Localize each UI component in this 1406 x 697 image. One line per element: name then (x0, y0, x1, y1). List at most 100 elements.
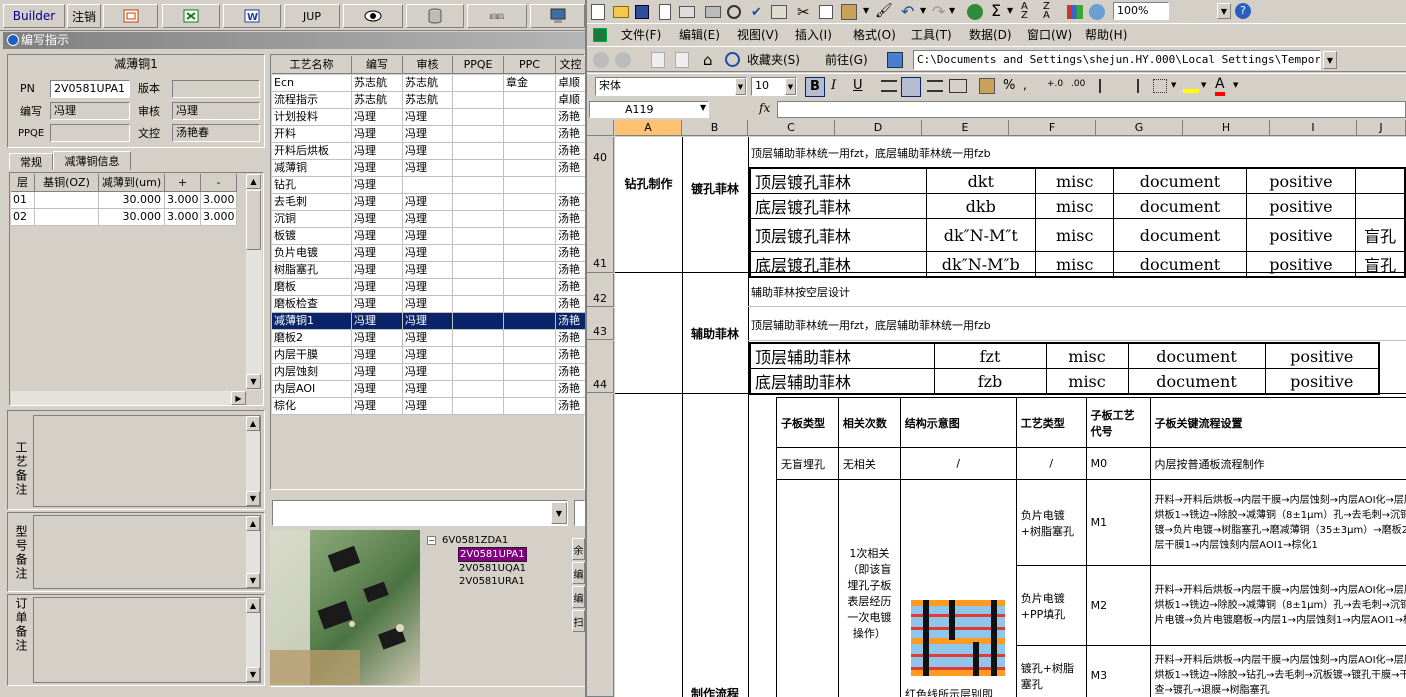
copper-cell-layer[interactable]: 01 (11, 192, 35, 209)
bold-button[interactable]: B (805, 77, 825, 97)
menu-item[interactable]: 数据(D) (969, 27, 1012, 43)
currency-icon[interactable] (979, 78, 995, 94)
process-cell-doc[interactable]: 汤艳 (556, 381, 585, 398)
copper-cell-minus[interactable]: 3.000 (201, 209, 237, 226)
copper-cell-base[interactable] (35, 192, 99, 209)
process-row[interactable]: 减薄铜1 冯理 冯理 汤艳 (272, 313, 585, 330)
side-button-4[interactable]: 扫 (572, 610, 585, 632)
process-cell-ppc[interactable] (504, 126, 556, 143)
process-cell-author[interactable]: 冯理 (352, 262, 403, 279)
process-cell-author[interactable]: 冯理 (352, 228, 403, 245)
forward-icon[interactable] (615, 52, 631, 68)
open-folder-icon[interactable] (613, 6, 629, 18)
process-combo[interactable] (272, 500, 568, 526)
process-cell-ppc[interactable] (504, 381, 556, 398)
process-cell-ppqe[interactable] (453, 296, 504, 313)
process-cell-reviewer[interactable]: 冯理 (403, 364, 453, 381)
pn-field[interactable]: 2V0581UPA1 (50, 80, 130, 98)
process-row[interactable]: 内层干膜 冯理 冯理 汤艳 (272, 347, 585, 364)
process-cell-ppc[interactable] (504, 160, 556, 177)
process-cell-author[interactable]: 冯理 (352, 347, 403, 364)
process-cell-ppqe[interactable] (453, 330, 504, 347)
eye-icon[interactable] (343, 4, 403, 28)
order-remark-scroll[interactable]: ▲ ▼ (246, 598, 260, 682)
column-header[interactable]: C (748, 120, 835, 136)
align-right-icon[interactable] (927, 80, 943, 92)
powerpoint-icon[interactable] (103, 4, 158, 28)
chevron-down-icon[interactable]: ▼ (1217, 3, 1231, 19)
process-cell-name[interactable]: 去毛刺 (272, 194, 352, 211)
row-header-43[interactable]: 43 (587, 308, 614, 340)
process-cell-reviewer[interactable]: 冯理 (403, 211, 453, 228)
scroll-down-icon[interactable]: ▼ (246, 573, 260, 588)
process-cell-author[interactable]: 苏志航 (352, 75, 403, 92)
increase-indent-icon[interactable] (1123, 79, 1139, 93)
process-cell-author[interactable]: 冯理 (352, 109, 403, 126)
builder-button[interactable]: Builder (3, 4, 65, 28)
stop-icon[interactable] (651, 52, 665, 68)
process-cell-author[interactable]: 冯理 (352, 313, 403, 330)
spelling-icon[interactable]: ✔ (751, 5, 762, 20)
zoom-select[interactable]: 100% (1113, 2, 1169, 20)
scroll-thumb[interactable] (246, 190, 261, 250)
scroll-up-icon[interactable]: ▲ (246, 598, 260, 613)
process-cell-author[interactable]: 冯理 (352, 279, 403, 296)
process-cell-doc[interactable]: 汤艳 (556, 211, 585, 228)
hyperlink-icon[interactable] (967, 4, 983, 20)
chevron-down-icon[interactable]: ▼ (1007, 6, 1013, 15)
process-cell-doc[interactable]: 汤艳 (556, 347, 585, 364)
align-left-icon[interactable] (881, 80, 897, 92)
process-row[interactable]: 减薄铜 冯理 冯理 汤艳 (272, 160, 585, 177)
favorites-menu[interactable]: 收藏夹(S) (747, 52, 800, 68)
process-remark-input[interactable] (33, 415, 261, 507)
side-button-3[interactable]: 编 (572, 586, 585, 608)
column-header[interactable]: H (1183, 120, 1270, 136)
process-cell-reviewer[interactable]: 冯理 (403, 296, 453, 313)
process-cell-name[interactable]: 内层干膜 (272, 347, 352, 364)
process-cell-ppqe[interactable] (453, 211, 504, 228)
chevron-down-icon[interactable]: ▼ (949, 6, 955, 15)
process-cell-name[interactable]: 流程指示 (272, 92, 352, 109)
process-cell-ppc[interactable] (504, 177, 556, 194)
address-field[interactable]: C:\Documents and Settings\shejun.HY.000\… (913, 50, 1321, 70)
chevron-down-icon[interactable]: ▼ (551, 502, 567, 524)
process-cell-name[interactable]: 磨板检查 (272, 296, 352, 313)
copper-row[interactable]: 01 30.000 3.000 3.000 (11, 192, 237, 209)
process-cell-reviewer[interactable]: 冯理 (403, 347, 453, 364)
process-cell-reviewer[interactable]: 冯理 (403, 160, 453, 177)
scroll-down-icon[interactable]: ▼ (246, 374, 261, 389)
chevron-down-icon[interactable]: ▼ (920, 6, 926, 15)
sort-ascending-icon[interactable]: AZ (1021, 2, 1028, 21)
process-cell-name[interactable]: 磨板 (272, 279, 352, 296)
process-cell-doc[interactable]: 汤艳 (556, 228, 585, 245)
menu-item[interactable]: 插入(I) (795, 27, 832, 43)
process-row[interactable]: Ecn 苏志航 苏志航 章金 卓顺 (272, 75, 585, 92)
process-cell-name[interactable]: 磨板2 (272, 330, 352, 347)
process-cell-ppc[interactable] (504, 92, 556, 109)
home-icon[interactable]: ⌂ (703, 51, 713, 69)
process-cell-ppqe[interactable] (453, 194, 504, 211)
process-row[interactable]: 磨板 冯理 冯理 汤艳 (272, 279, 585, 296)
copper-hscroll[interactable]: ▶ (11, 391, 246, 405)
process-cell-reviewer[interactable]: 冯理 (403, 194, 453, 211)
row-header-45[interactable] (587, 394, 614, 697)
computer-icon[interactable] (530, 4, 585, 28)
back-icon[interactable] (593, 52, 609, 68)
process-cell-doc[interactable]: 汤艳 (556, 398, 585, 415)
process-cell-name[interactable]: 内层蚀刻 (272, 364, 352, 381)
copper-cell-plus[interactable]: 3.000 (165, 209, 201, 226)
italic-button[interactable]: I (831, 78, 836, 93)
underline-button[interactable]: U (853, 78, 863, 93)
column-header[interactable]: F (1009, 120, 1096, 136)
process-cell-doc[interactable]: 汤艳 (556, 330, 585, 347)
process-cell-reviewer[interactable]: 冯理 (403, 279, 453, 296)
chevron-down-icon[interactable]: ▼ (735, 78, 746, 95)
research-icon[interactable] (771, 5, 787, 19)
row-header-40[interactable]: 40 41 (587, 137, 614, 273)
process-cell-name[interactable]: 减薄铜 (272, 160, 352, 177)
copper-cell-thin_to[interactable]: 30.000 (99, 192, 165, 209)
process-cell-ppc[interactable] (504, 313, 556, 330)
process-cell-author[interactable]: 冯理 (352, 211, 403, 228)
scroll-right-icon[interactable]: ▶ (231, 391, 246, 405)
goto-menu[interactable]: 前往(G) (825, 52, 868, 68)
